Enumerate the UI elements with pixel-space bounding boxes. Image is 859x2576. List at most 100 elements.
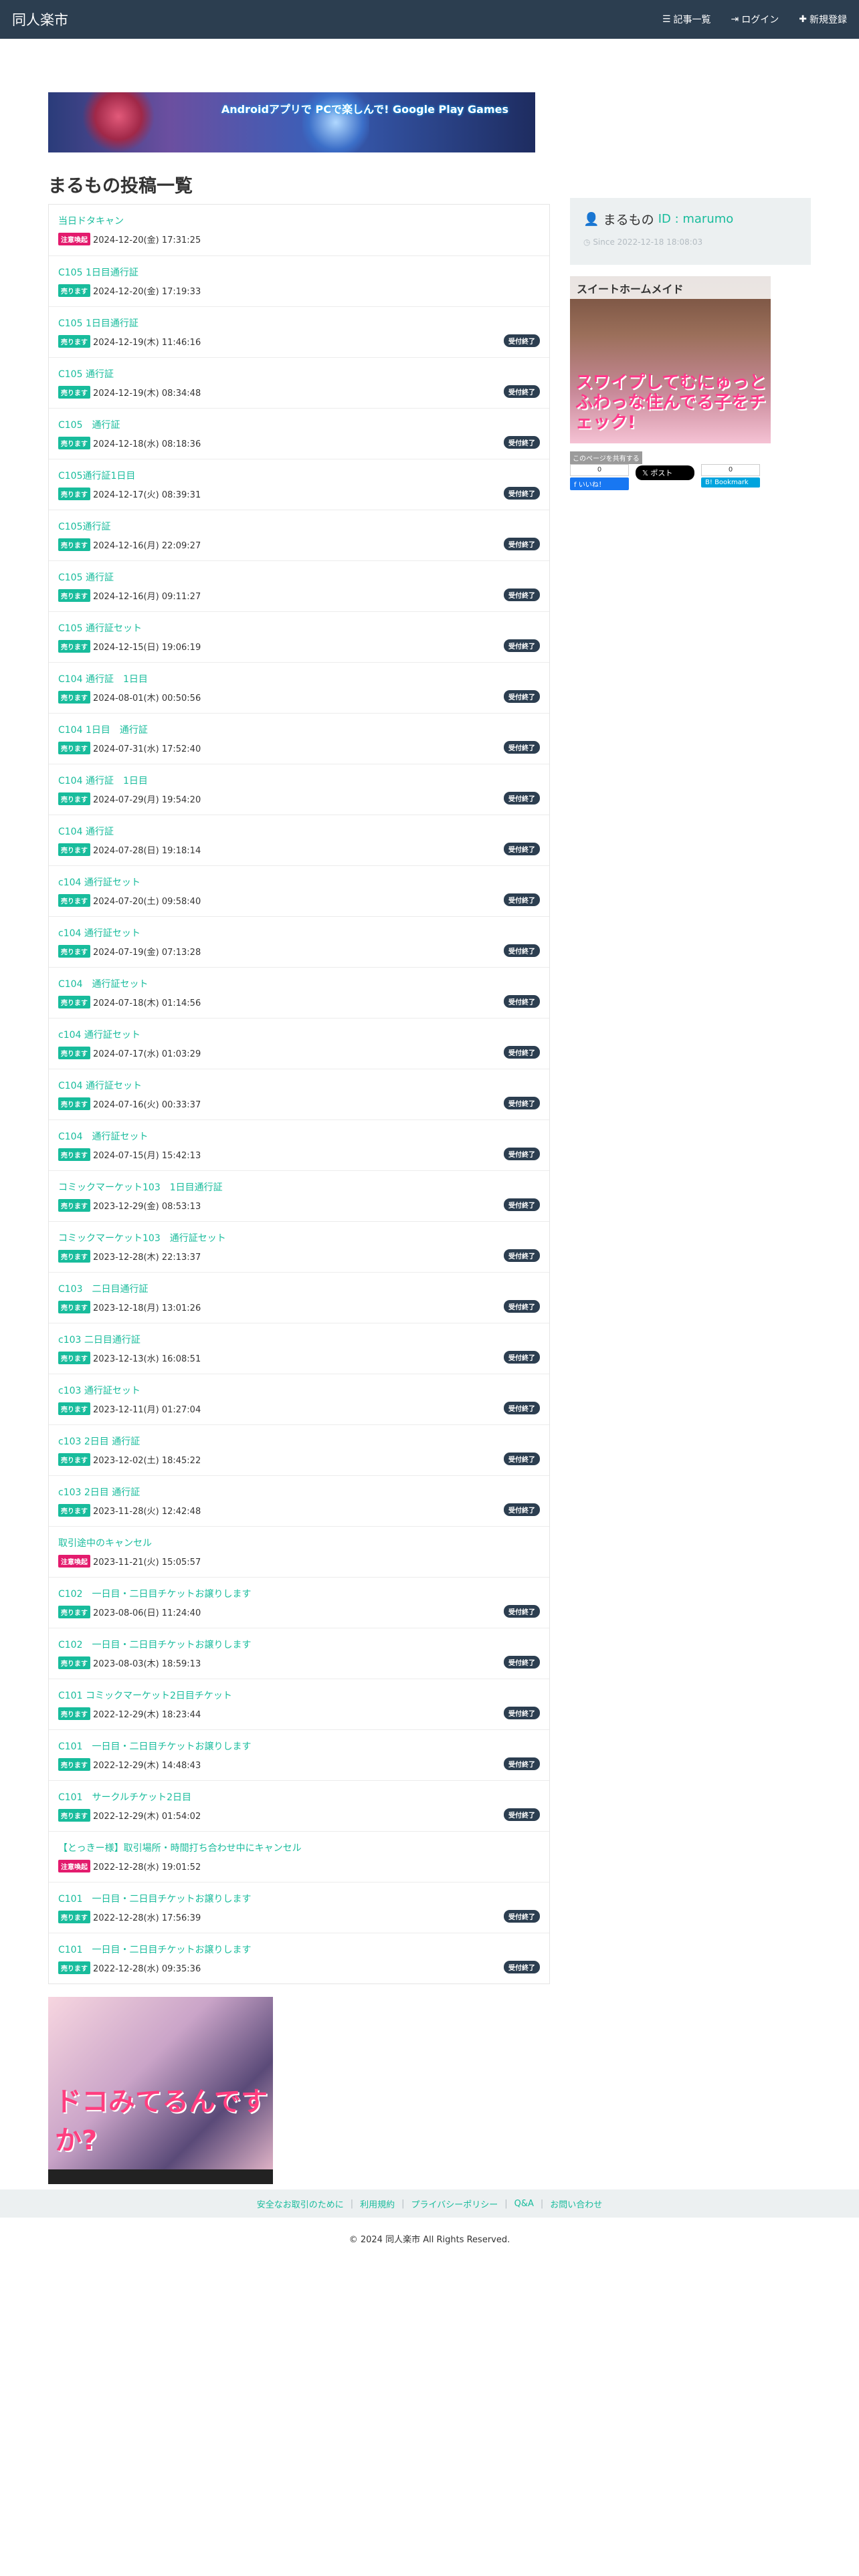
nav-link-新規登録[interactable]: ✚ 新規登録 (799, 13, 847, 26)
profile-id-link[interactable]: ID : marumo (658, 212, 734, 226)
post-category-badge: 売ります (58, 1352, 90, 1364)
status-badge: 受付終了 (504, 741, 540, 754)
post-meta: 売ります 2024-12-16(月) 22:09:27 (58, 538, 540, 551)
post-date: 2022-12-29(木) 14:48:43 (93, 1761, 201, 1771)
post-meta: 売ります 2024-12-20(金) 17:19:33 (58, 284, 540, 297)
nav-link-label: ログイン (741, 15, 779, 25)
post-title-link[interactable]: C101 サークルチケット2日目 (58, 1790, 540, 1805)
post-title-link[interactable]: C104 通行証セット (58, 1130, 540, 1144)
post-category-badge: 売ります (58, 1911, 90, 1923)
post-date: 2023-12-02(土) 18:45:22 (93, 1456, 201, 1466)
post-title-link[interactable]: C101 一日目・二日目チケットお譲りします (58, 1943, 540, 1957)
post-title-link[interactable]: c104 通行証セット (58, 875, 540, 890)
post-list-item: C105 通行証 売ります 2024-12-19(木) 08:34:48 受付終了 (49, 357, 549, 408)
post-meta: 売ります 2024-07-31(水) 17:52:40 (58, 742, 540, 754)
post-title-link[interactable]: C101 一日目・二日目チケットお譲りします (58, 1892, 540, 1907)
post-category-badge: 売ります (58, 996, 90, 1008)
post-date: 2023-12-13(水) 16:08:51 (93, 1354, 201, 1364)
post-title-link[interactable]: c103 2日目 通行証 (58, 1434, 540, 1449)
post-title-link[interactable]: C104 通行証 1日目 (58, 672, 540, 687)
post-list-item: C105 通行証 売ります 2024-12-16(月) 09:11:27 受付終了 (49, 560, 549, 611)
post-title-link[interactable]: C104 1日目 通行証 (58, 723, 540, 738)
footer-link[interactable]: 安全なお取引のために (257, 2197, 344, 2210)
post-title-link[interactable]: コミックマーケット103 1日目通行証 (58, 1180, 540, 1195)
footer-link[interactable]: お問い合わせ (550, 2197, 602, 2210)
post-category-badge: 売ります (58, 335, 90, 348)
post-title-link[interactable]: C105 通行証セット (58, 621, 540, 636)
post-title-link[interactable]: C101 コミックマーケット2日目チケット (58, 1689, 540, 1703)
post-title-link[interactable]: C102 一日目・二日目チケットお譲りします (58, 1587, 540, 1602)
sidebar-banner-ad[interactable]: スイートホームメイド スワイプしてむにゅっとふわっな住んでる子をチェック! (570, 276, 771, 443)
post-list-item: c103 2日目 通行証 売ります 2023-12-02(土) 18:45:22 受付… (49, 1424, 549, 1475)
nav-link-記事一覧[interactable]: ☰ 記事一覧 (662, 13, 711, 26)
post-title-link[interactable]: C105通行証1日目 (58, 469, 540, 484)
banner-figure-image-2 (302, 92, 369, 152)
post-title-link[interactable]: C105 通行証 (58, 367, 540, 382)
post-category-badge: 売ります (58, 1453, 90, 1466)
copyright: © 2024 同人楽市 All Rights Reserved. (349, 2235, 510, 2245)
status-badge: 受付終了 (504, 1503, 540, 1516)
post-category-badge: 売ります (58, 1656, 90, 1669)
post-title-link[interactable]: c103 2日目 通行証 (58, 1485, 540, 1500)
x-post-button[interactable]: 𝕏 ポスト (636, 465, 694, 480)
status-badge: 受付終了 (504, 385, 540, 398)
post-title-link[interactable]: 当日ドタキャン (58, 214, 540, 229)
status-badge: 受付終了 (504, 1808, 540, 1821)
post-category-badge: 売ります (58, 589, 90, 602)
status-badge: 受付終了 (504, 1249, 540, 1262)
post-date: 2023-12-29(金) 08:53:13 (93, 1202, 201, 1212)
status-badge: 受付終了 (504, 690, 540, 703)
post-date: 2022-12-29(木) 01:54:02 (93, 1812, 201, 1822)
post-title-link[interactable]: C105 通行証 (58, 418, 540, 433)
post-title-link[interactable]: C102 一日目・二日目チケットお譲りします (58, 1638, 540, 1652)
post-title-link[interactable]: c104 通行証セット (58, 1028, 540, 1043)
post-meta: 売ります 2022-12-29(木) 01:54:02 (58, 1809, 540, 1822)
post-title-link[interactable]: 取引途中のキャンセル (58, 1536, 540, 1551)
x-post-label: ポスト (650, 469, 673, 477)
post-category-badge: 注意喚起 (58, 233, 90, 245)
post-title-link[interactable]: C101 一日目・二日目チケットお譲りします (58, 1739, 540, 1754)
post-title-link[interactable]: c103 二日目通行証 (58, 1333, 540, 1348)
facebook-like-button[interactable]: f いいね！ (570, 477, 629, 490)
post-category-badge: 売ります (58, 386, 90, 399)
bottom-banner-ad[interactable]: ドコみてるんですか? (48, 1997, 273, 2184)
post-list-item: C104 通行証セット 売ります 2024-07-18(木) 01:14:56 受付終… (49, 967, 549, 1018)
post-list-item: C105通行証1日目 売ります 2024-12-17(火) 08:39:31 受付終了 (49, 459, 549, 510)
post-title-link[interactable]: C104 通行証セット (58, 977, 540, 992)
post-category-badge: 売ります (58, 538, 90, 551)
nav-link-ログイン[interactable]: ⇥ ログイン (731, 13, 779, 26)
post-title-link[interactable]: C105通行証 (58, 520, 540, 534)
post-title-link[interactable]: C104 通行証 1日目 (58, 774, 540, 788)
brand-logo[interactable]: 同人楽市 (12, 9, 68, 29)
status-badge: 受付終了 (504, 334, 540, 347)
top-banner-ad[interactable]: Androidアプリで PCで楽しんで! Google Play Games (48, 92, 535, 152)
plus-icon: ✚ (799, 14, 807, 25)
footer-link[interactable]: 利用規約 (360, 2197, 395, 2210)
post-meta: 売ります 2024-07-28(日) 19:18:14 (58, 843, 540, 856)
post-meta: 売ります 2023-12-28(木) 22:13:37 (58, 1250, 540, 1263)
post-title-link[interactable]: c104 通行証セット (58, 926, 540, 941)
footer-link[interactable]: Q&A (514, 2199, 534, 2209)
user-icon: 👤 (583, 212, 599, 227)
post-title-link[interactable]: コミックマーケット103 通行証セット (58, 1231, 540, 1246)
post-title-link[interactable]: C103 二日目通行証 (58, 1282, 540, 1297)
post-title-link[interactable]: C105 1日目通行証 (58, 265, 540, 280)
status-badge: 受付終了 (504, 1757, 540, 1770)
post-category-badge: 売ります (58, 792, 90, 805)
clock-icon: ◷ (583, 237, 591, 247)
post-title-link[interactable]: C104 通行証 (58, 825, 540, 839)
status-badge: 受付終了 (504, 1961, 540, 1973)
post-meta: 売ります 2024-07-17(水) 01:03:29 (58, 1047, 540, 1059)
post-date: 2023-08-03(木) 18:59:13 (93, 1659, 201, 1669)
hatena-bookmark-button[interactable]: B! Bookmark (701, 477, 760, 488)
post-date: 2024-07-29(月) 19:54:20 (93, 795, 201, 805)
post-title-link[interactable]: c103 通行証セット (58, 1384, 540, 1398)
footer-link[interactable]: プライバシーポリシー (411, 2197, 498, 2210)
post-title-link[interactable]: C105 1日目通行証 (58, 316, 540, 331)
post-title-link[interactable]: 【とっきー様】取引場所・時間打ち合わせ中にキャンセル (58, 1841, 540, 1856)
post-title-link[interactable]: C104 通行証セット (58, 1079, 540, 1093)
post-title-link[interactable]: C105 通行証 (58, 570, 540, 585)
post-list-item: C105 通行証 売ります 2024-12-18(水) 08:18:36 受付終了 (49, 408, 549, 459)
status-badge: 受付終了 (504, 1910, 540, 1923)
share-buttons: 0 f いいね！ 𝕏 ポスト 0 B! Bookmark (570, 464, 760, 490)
